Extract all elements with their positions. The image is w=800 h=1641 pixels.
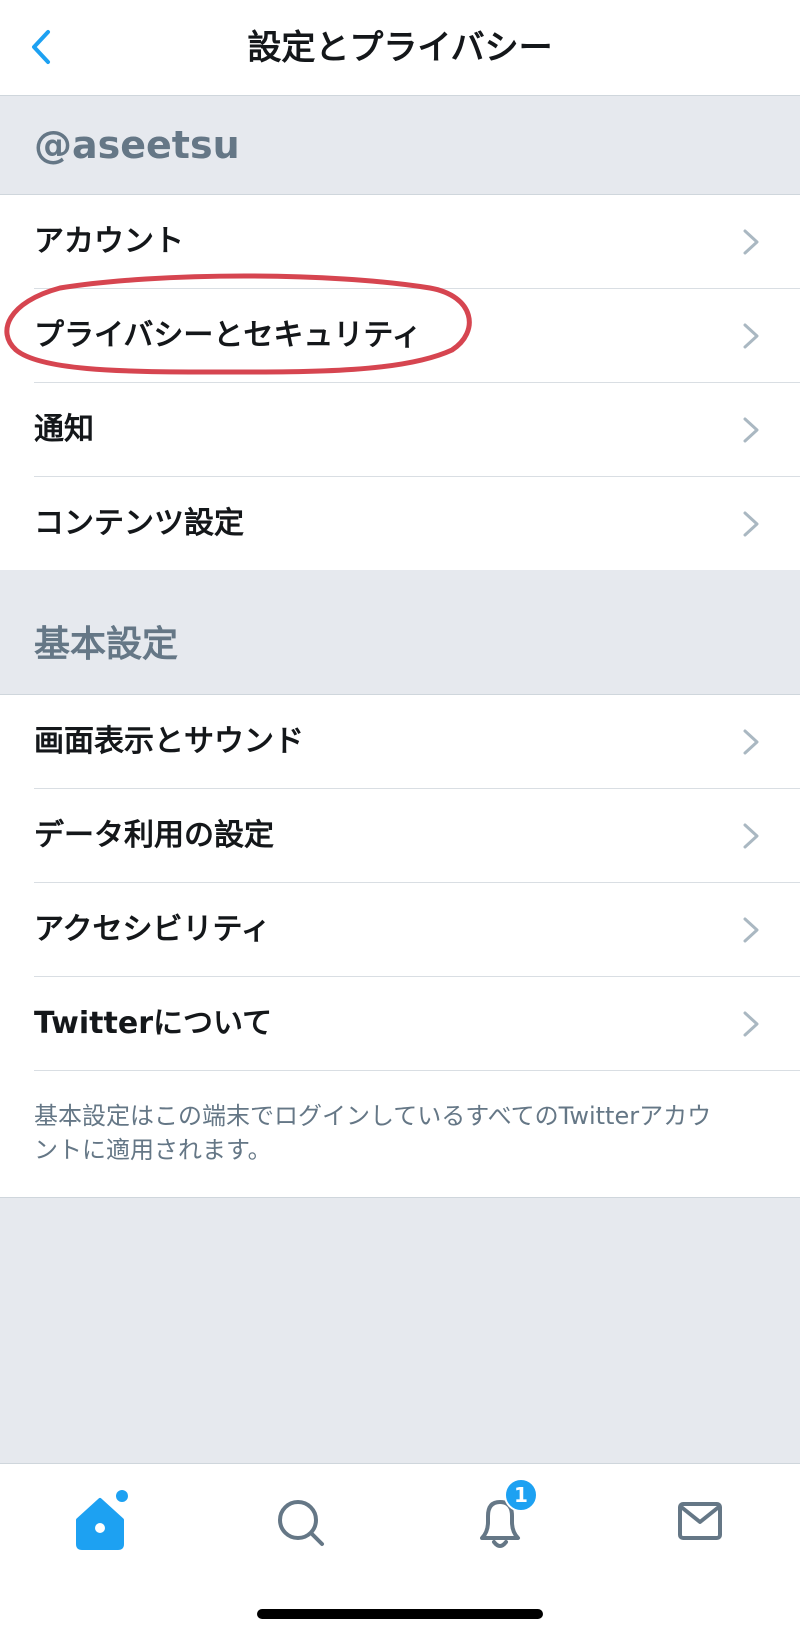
tab-notifications[interactable]: 1	[460, 1478, 540, 1556]
settings-row-data-usage[interactable]: データ利用の設定	[0, 789, 800, 883]
chevron-right-icon	[743, 511, 759, 537]
row-label: データ利用の設定	[34, 818, 274, 853]
chevron-right-icon	[743, 823, 759, 849]
chevron-right-icon	[743, 917, 759, 943]
tab-search[interactable]	[260, 1486, 340, 1556]
settings-row-about-twitter[interactable]: Twitterについて	[0, 977, 800, 1071]
chevron-right-icon	[743, 729, 759, 755]
home-icon	[76, 1490, 128, 1550]
envelope-icon	[678, 1502, 722, 1540]
nav-header: 設定とプライバシー	[0, 0, 800, 96]
chevron-right-icon	[743, 1011, 759, 1037]
tab-messages[interactable]	[660, 1486, 740, 1556]
row-label: プライバシーとセキュリティ	[34, 318, 422, 353]
notification-badge: 1	[504, 1478, 538, 1512]
tab-home[interactable]	[60, 1486, 140, 1556]
settings-row-account[interactable]: アカウント	[0, 195, 800, 289]
row-label: 通知	[34, 412, 94, 447]
row-label: アカウント	[34, 224, 184, 259]
basic-section-header: 基本設定	[0, 570, 800, 694]
settings-screen: 設定とプライバシー @aseetsu アカウント プライバシーとセキュリティ 通…	[0, 0, 800, 1641]
settings-row-notifications[interactable]: 通知	[0, 383, 800, 477]
account-settings-group: アカウント プライバシーとセキュリティ 通知 コンテンツ設定	[0, 194, 800, 572]
account-section-header: @aseetsu	[0, 96, 800, 194]
search-icon	[278, 1500, 324, 1546]
settings-row-content[interactable]: コンテンツ設定	[0, 477, 800, 571]
chevron-right-icon	[743, 417, 759, 443]
row-label: コンテンツ設定	[34, 506, 244, 541]
row-label: Twitterについて	[34, 1006, 273, 1041]
basic-settings-footnote: 基本設定はこの端末でログインしているすべてのTwitterアカウントに適用されま…	[34, 1102, 712, 1164]
home-indicator	[257, 1609, 543, 1619]
row-label: 画面表示とサウンド	[34, 724, 304, 759]
chevron-right-icon	[743, 229, 759, 255]
basic-settings-group: 画面表示とサウンド データ利用の設定 アクセシビリティ Twitterについて	[0, 694, 800, 1198]
settings-row-privacy-security[interactable]: プライバシーとセキュリティ	[0, 289, 800, 383]
page-title: 設定とプライバシー	[247, 28, 553, 68]
chevron-right-icon	[743, 323, 759, 349]
settings-row-accessibility[interactable]: アクセシビリティ	[0, 883, 800, 977]
settings-row-display-sound[interactable]: 画面表示とサウンド	[0, 695, 800, 789]
row-label: アクセシビリティ	[34, 912, 271, 947]
